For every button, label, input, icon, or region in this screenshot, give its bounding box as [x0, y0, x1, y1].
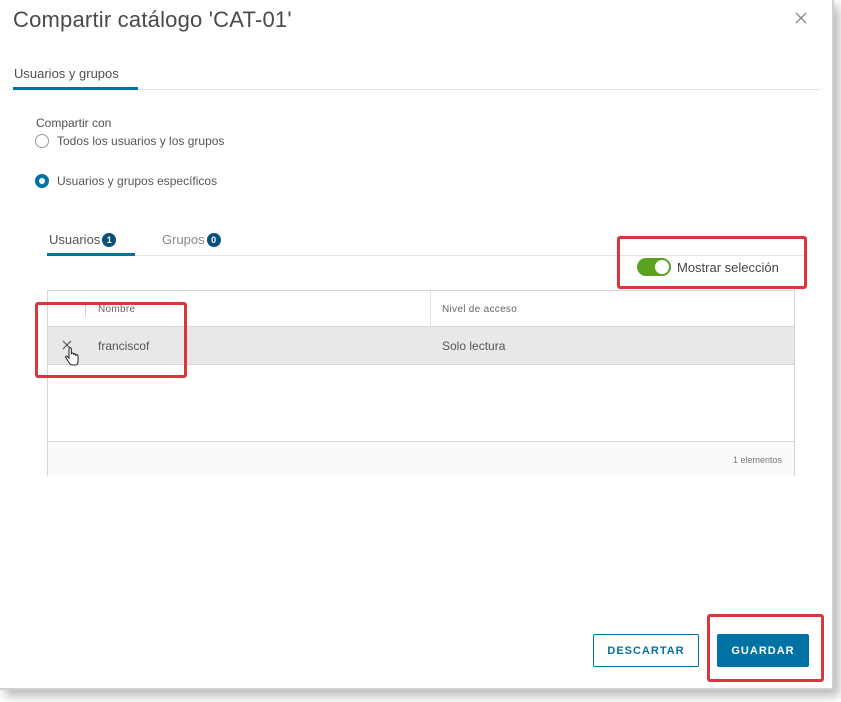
discard-button[interactable]: DESCARTAR [593, 634, 699, 667]
radio-all-users[interactable]: Todos los usuarios y los grupos [35, 134, 224, 148]
tab-users-and-groups[interactable]: Usuarios y grupos [14, 66, 119, 81]
dialog-title: Compartir catálogo 'CAT-01' [13, 7, 292, 32]
cell-access-level: Solo lectura [442, 339, 506, 353]
tab-users-label: Usuarios [49, 232, 101, 247]
tab-groups[interactable]: Grupos 0 [162, 232, 221, 247]
item-count: 1 elementos [732, 455, 782, 465]
grid-footer: 1 elementos [48, 441, 794, 476]
column-separator[interactable] [430, 291, 431, 327]
radio-label-specific-users: Usuarios y grupos específicos [57, 174, 218, 188]
highlight-box-save [707, 614, 824, 682]
radio-label-all-users: Todos los usuarios y los grupos [57, 134, 225, 148]
tab-groups-label: Grupos [162, 232, 205, 247]
share-with-label: Compartir con [36, 116, 112, 130]
active-sub-tab-indicator [47, 253, 135, 256]
highlight-box-toggle [617, 236, 807, 289]
highlight-box-row [35, 302, 187, 378]
radio-specific-users[interactable]: Usuarios y grupos específicos [35, 174, 217, 188]
users-count-badge: 1 [102, 232, 117, 247]
active-tab-indicator [13, 87, 138, 90]
radio-button-unchecked[interactable] [35, 134, 49, 148]
close-icon[interactable] [793, 10, 809, 26]
column-header-access-level[interactable]: Nivel de acceso [442, 304, 517, 315]
radio-button-checked[interactable] [35, 174, 49, 188]
groups-count-badge: 0 [206, 232, 221, 247]
tab-users[interactable]: Usuarios 1 [49, 232, 117, 247]
